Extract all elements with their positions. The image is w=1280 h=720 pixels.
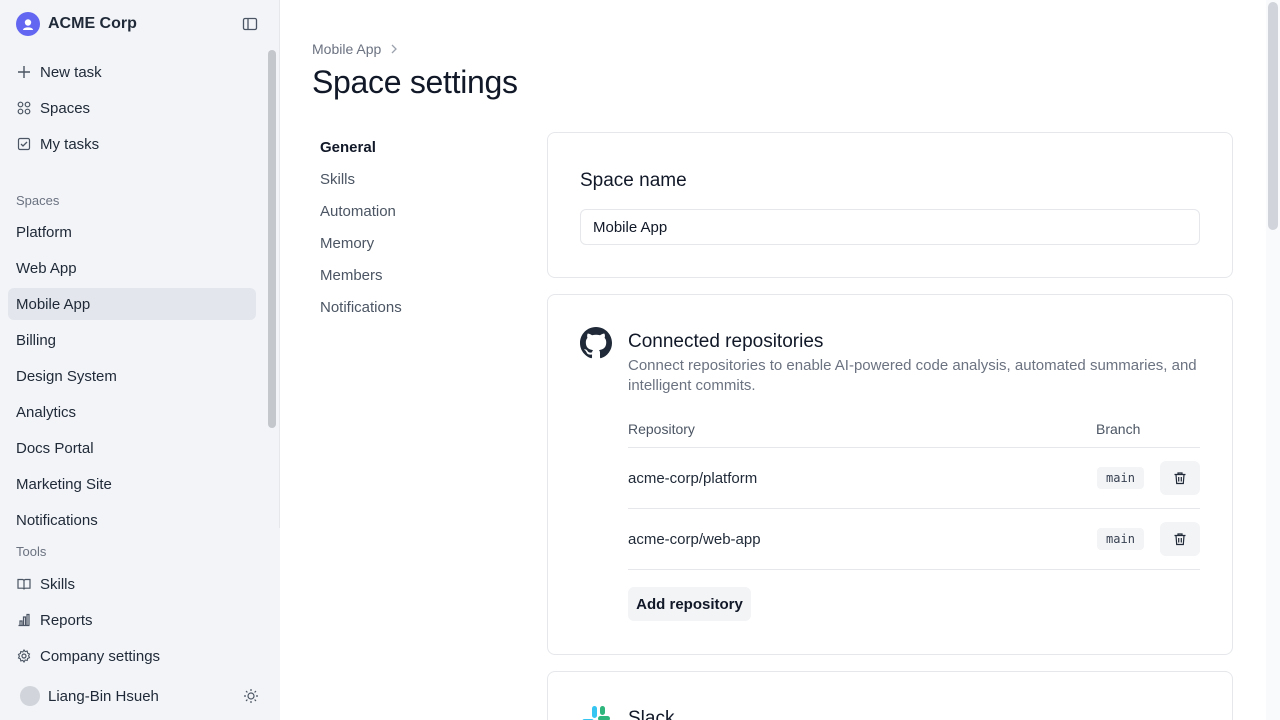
main-content: Mobile App Space settings General Skills… [280, 0, 1280, 720]
grid-icon [16, 100, 32, 116]
settings-nav-automation[interactable]: Automation [320, 202, 520, 234]
delete-repo-button[interactable] [1160, 461, 1200, 495]
branch-badge: main [1097, 528, 1144, 550]
sidebar-item-skills[interactable]: Skills [8, 568, 256, 600]
spaces-heading: Spaces [16, 193, 60, 208]
divider [628, 508, 1200, 509]
sidebar-header: ACME Corp [16, 12, 266, 36]
column-header-branch: Branch [1096, 421, 1141, 437]
column-header-repository: Repository [628, 421, 695, 437]
sun-icon[interactable] [243, 688, 259, 704]
sidebar-item-mobile-app[interactable]: Mobile App [8, 288, 256, 320]
repo-name: acme-corp/platform [628, 470, 758, 487]
repositories-card: Connected repositories Connect repositor… [547, 294, 1233, 655]
sidebar-item-label: New task [40, 63, 102, 81]
settings-nav-general[interactable]: General [320, 138, 520, 170]
chevron-right-icon [391, 44, 398, 54]
slack-title: Slack [628, 708, 675, 720]
space-name-card: Space name [547, 132, 1233, 278]
settings-nav-notifications[interactable]: Notifications [320, 298, 520, 330]
sidebar: ACME Corp New task Spaces My tasks Space… [0, 0, 280, 720]
book-icon [16, 576, 32, 592]
sidebar-item-notifications[interactable]: Notifications [8, 504, 256, 529]
sidebar-scrollbar-thumb[interactable] [268, 50, 276, 428]
sidebar-scroll-area: New task Spaces My tasks Spaces Platform… [0, 54, 266, 528]
divider [628, 569, 1200, 570]
tools-heading: Tools [16, 544, 47, 559]
sidebar-item-company-settings[interactable]: Company settings [8, 640, 256, 672]
sidebar-item-label: Skills [40, 575, 76, 593]
breadcrumb-link-space[interactable]: Mobile App [312, 41, 381, 57]
sidebar-item-platform[interactable]: Platform [8, 216, 256, 248]
settings-nav-skills[interactable]: Skills [320, 170, 520, 202]
sidebar-item-billing[interactable]: Billing [8, 324, 256, 356]
org-logo-icon[interactable] [16, 12, 40, 36]
sidebar-item-spaces[interactable]: Spaces [8, 92, 256, 124]
new-task-button[interactable]: New task [8, 56, 256, 88]
sidebar-item-docs-portal[interactable]: Docs Portal [8, 432, 256, 464]
org-name[interactable]: ACME Corp [48, 15, 137, 33]
checkbox-icon [16, 136, 32, 152]
sidebar-item-label: My tasks [40, 135, 100, 153]
sidebar-item-my-tasks[interactable]: My tasks [8, 128, 256, 160]
page-title: Space settings [312, 64, 518, 100]
add-repository-button[interactable]: Add repository [628, 587, 751, 621]
divider [628, 447, 1200, 448]
sidebar-item-design-system[interactable]: Design System [8, 360, 256, 392]
settings-nav-members[interactable]: Members [320, 266, 520, 298]
trash-icon [1174, 472, 1186, 485]
settings-nav-memory[interactable]: Memory [320, 234, 520, 266]
gear-icon [16, 648, 32, 664]
sidebar-collapse-icon[interactable] [242, 16, 258, 32]
plus-icon [16, 64, 32, 80]
trash-icon [1174, 533, 1186, 546]
sidebar-item-marketing-site[interactable]: Marketing Site [8, 468, 256, 500]
slack-icon [580, 704, 612, 720]
repositories-title: Connected repositories [628, 331, 824, 352]
sidebar-item-reports[interactable]: Reports [8, 604, 256, 636]
settings-nav: General Skills Automation Memory Members… [320, 138, 520, 330]
avatar [20, 686, 40, 706]
user-profile[interactable]: Liang-Bin Hsueh [20, 686, 266, 706]
space-name-title: Space name [580, 170, 687, 191]
sidebar-item-analytics[interactable]: Analytics [8, 396, 256, 428]
sidebar-item-web-app[interactable]: Web App [8, 252, 256, 284]
breadcrumb: Mobile App [312, 41, 399, 57]
slack-card: Slack [547, 671, 1233, 720]
repo-name: acme-corp/web-app [628, 531, 761, 548]
bar-chart-icon [16, 612, 32, 628]
repositories-description: Connect repositories to enable AI-powere… [628, 357, 1197, 394]
branch-badge: main [1097, 467, 1144, 489]
main-scrollbar-thumb[interactable] [1268, 2, 1278, 230]
sidebar-item-label: Company settings [40, 647, 161, 665]
sidebar-item-label: Spaces [40, 99, 91, 117]
delete-repo-button[interactable] [1160, 522, 1200, 556]
sidebar-item-label: Reports [40, 611, 93, 629]
space-name-input[interactable] [580, 209, 1200, 245]
github-icon [580, 327, 612, 359]
user-name: Liang-Bin Hsueh [48, 687, 159, 705]
